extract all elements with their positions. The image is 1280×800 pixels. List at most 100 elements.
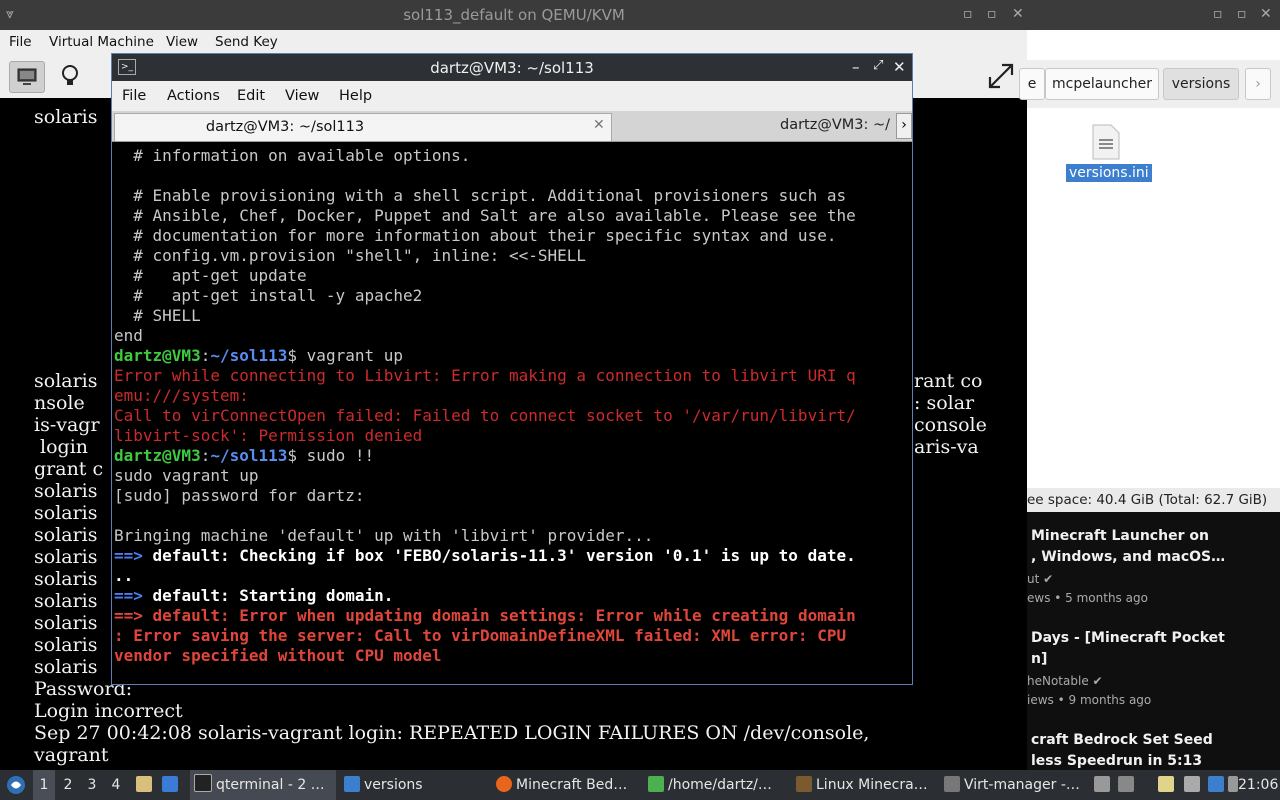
workspace-3[interactable]: 3 (81, 770, 103, 800)
task-label: versions (364, 777, 423, 793)
path-next-arrow[interactable]: › (1245, 68, 1271, 100)
menu-actions[interactable]: Actions (167, 88, 220, 104)
file-view[interactable]: versions.ini (1027, 108, 1280, 488)
console-line: grant c (34, 458, 104, 480)
video-title[interactable]: Minecraft Launcher on (1031, 528, 1209, 544)
console-line: solaris (34, 568, 98, 590)
maximize-icon[interactable]: ⤢ (873, 58, 883, 73)
verified-icon: ✔ (1092, 674, 1103, 688)
console-line: Login incorrect (34, 700, 183, 722)
tray-update-icon[interactable] (1208, 770, 1228, 800)
path-segment-mcpelauncher[interactable]: mcpelauncher (1045, 68, 1159, 100)
tab-active[interactable]: dartz@VM3: ~/sol113 ✕ (114, 113, 612, 141)
bg-close-icon[interactable]: ✕ (1260, 6, 1272, 22)
workspace-1[interactable]: 1 (33, 770, 55, 800)
console-line: console (914, 414, 987, 436)
vagrant-line: ==> default: Starting domain. (114, 586, 393, 606)
vm-titlebar[interactable]: ⩔ sol113_default on QEMU/KVM ▫ ▫ ✕ ▫ ▫ ✕ (0, 0, 1280, 30)
video-title[interactable]: less Speedrun in 5:13 (1031, 753, 1202, 769)
task-virt-manager[interactable]: Virt-manager -… (944, 770, 1084, 800)
tab-close-icon[interactable]: ✕ (593, 117, 605, 133)
menu-file[interactable]: File (9, 34, 32, 50)
terminal-line: end (114, 326, 143, 345)
path-segment-versions[interactable]: versions (1163, 68, 1239, 100)
console-line: vagrant (34, 744, 109, 766)
error-line: Call to virConnectOpen failed: Failed to… (114, 406, 856, 425)
prompt-sep: : (200, 346, 211, 365)
quicklaunch-desktop-icon[interactable] (162, 770, 182, 800)
console-line: solaris (34, 502, 98, 524)
fullscreen-icon[interactable] (987, 62, 1015, 94)
taskbar: 1 2 3 4 qterminal - 2 … versions Minecra… (0, 770, 1280, 800)
console-line: aris-va (914, 436, 979, 458)
minecraft-icon (796, 776, 812, 792)
clock[interactable]: 21:06 (1238, 770, 1278, 800)
tray-network-icon[interactable] (1118, 770, 1138, 800)
verified-icon: ✔ (1043, 572, 1054, 586)
terminal-line: [sudo] password for dartz: (114, 486, 365, 505)
task-firefox[interactable]: Minecraft Bed… (496, 770, 636, 800)
task-home-folder[interactable]: /home/dartz/… (648, 770, 784, 800)
tab-active-label: dartz@VM3: ~/sol113 (205, 119, 365, 135)
video-title[interactable]: n] (1031, 651, 1047, 667)
vm-menubar: File Virtual Machine View Send Key (0, 30, 1027, 54)
menu-edit[interactable]: Edit (237, 88, 265, 104)
terminal-icon (194, 774, 212, 792)
task-label: /home/dartz/… (668, 777, 772, 793)
channel-name: heNotable ✔ (1027, 674, 1103, 688)
terminal-window[interactable]: >_ dartz@VM3: ~/sol113 – ⤢ ✕ File Action… (111, 53, 913, 685)
tray-clipboard-icon[interactable] (1158, 770, 1178, 800)
terminal-line: # SHELL (114, 306, 201, 325)
quicklaunch-files-icon[interactable] (136, 770, 156, 800)
terminal-line: .. (114, 566, 134, 585)
monitor-icon (17, 68, 37, 85)
path-segment[interactable]: e (1019, 68, 1045, 100)
video-title[interactable]: Days - [Minecraft Pocket (1031, 630, 1225, 646)
vagrant-error-line: ==> default: Error when updating domain … (114, 606, 856, 626)
menu-view[interactable]: View (166, 34, 198, 50)
close-icon[interactable]: ✕ (1012, 6, 1024, 22)
tab-inactive-label[interactable]: dartz@VM3: ~/ (780, 117, 890, 133)
text-file-icon[interactable] (1091, 124, 1121, 164)
task-versions[interactable]: versions (344, 770, 484, 800)
task-label: Linux Minecra… (816, 777, 928, 793)
maximize-icon[interactable]: ▫ (987, 6, 997, 22)
vagrant-error: default: Error when updating domain sett… (142, 606, 856, 625)
task-label: Virt-manager -… (964, 777, 1080, 793)
bg-maximize-icon[interactable]: ▫ (1237, 6, 1247, 22)
console-line: solaris (34, 480, 98, 502)
close-icon[interactable]: ✕ (893, 58, 906, 76)
minimize-icon[interactable]: – (852, 58, 860, 76)
video-title[interactable]: , Windows, and macOS… (1031, 549, 1225, 565)
minimize-icon[interactable]: ▫ (963, 6, 973, 22)
menu-help[interactable]: Help (339, 88, 372, 104)
details-view-button[interactable] (53, 61, 87, 91)
console-line: rant co (914, 370, 983, 392)
menu-view[interactable]: View (285, 88, 319, 104)
terminal-line: # apt-get install -y apache2 (114, 286, 423, 305)
file-label[interactable]: versions.ini (1066, 164, 1152, 182)
arrow-marker: ==> (114, 606, 143, 625)
task-qterminal[interactable]: qterminal - 2 … (190, 770, 336, 800)
arrow-marker: ==> (114, 586, 143, 605)
vagrant-message: default: Checking if box 'FEBO/solaris-1… (142, 546, 856, 565)
start-menu-icon[interactable] (6, 775, 26, 799)
tray-usb-icon[interactable] (1094, 770, 1114, 800)
menu-file[interactable]: File (122, 88, 146, 104)
task-linux-minecraft[interactable]: Linux Minecra… (796, 770, 932, 800)
prompt-user: dartz@VM3 (114, 446, 201, 465)
terminal-output[interactable]: # information on available options. # En… (114, 144, 910, 682)
workspace-4[interactable]: 4 (105, 770, 127, 800)
video-title[interactable]: craft Bedrock Set Seed (1031, 732, 1213, 748)
menu-send-key[interactable]: Send Key (215, 34, 278, 50)
workspace-2[interactable]: 2 (57, 770, 79, 800)
error-line: emu:///system: (114, 386, 249, 405)
command: $ vagrant up (287, 346, 403, 365)
tray-keyboard-icon[interactable] (1184, 770, 1204, 800)
bg-minimize-icon[interactable]: ▫ (1213, 6, 1223, 22)
tab-scroll-right-icon[interactable]: › (896, 113, 912, 139)
menu-virtual-machine[interactable]: Virtual Machine (49, 34, 154, 50)
terminal-titlebar[interactable]: >_ dartz@VM3: ~/sol113 – ⤢ ✕ (112, 54, 912, 81)
folder-icon (344, 776, 360, 792)
console-view-button[interactable] (9, 61, 45, 93)
